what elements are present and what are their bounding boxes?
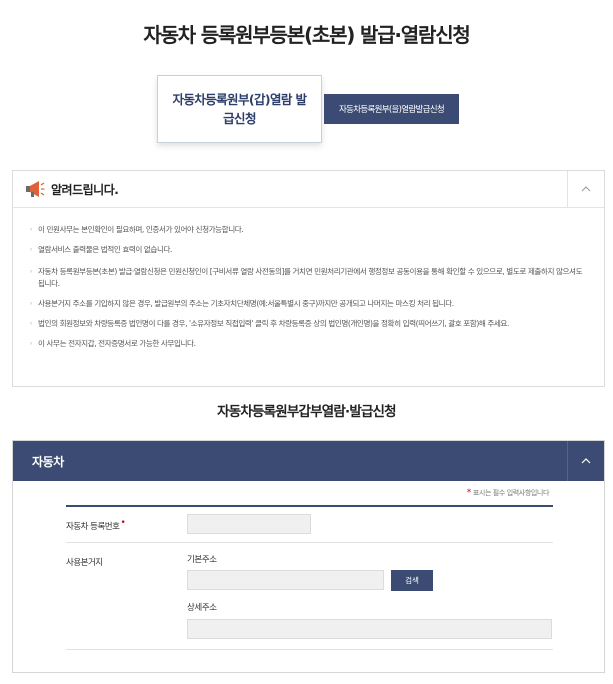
form-row-address: 사용본거지 기본주소 검색 상세주소 [66, 543, 553, 650]
required-marker: * [466, 488, 472, 498]
notice-box: 알려드립니다. 이 민원사무는 본인확인이 필요하며, 인증서가 있어야 신청가… [12, 170, 605, 387]
form-row-reg-no: 자동차 등록번호• [66, 507, 553, 543]
notice-item: 사용본거지 주소를 기입하지 않은 경우, 발급원부의 주소는 기초자치단체명(… [29, 298, 590, 310]
notice-item: 법인의 회원정보와 차량등록증 법인명이 다를 경우, '소유자정보 직접입력'… [29, 318, 590, 330]
address-label: 사용본거지 [66, 558, 103, 568]
notice-item: 이 사무는 전자지갑, 전자증명서로 가능한 사무입니다. [29, 338, 590, 350]
required-note-text: 표시는 필수 입력사항입니다 [472, 489, 550, 497]
vehicle-panel-collapse-button[interactable] [567, 441, 604, 481]
required-marker: • [120, 518, 126, 528]
chevron-up-icon [581, 458, 591, 464]
section-title: 자동차등록원부갑부열람·발급신청 [217, 404, 396, 420]
reg-no-input[interactable] [187, 514, 311, 534]
tab-eul-issue[interactable]: 자동차등록원부(을)열람발급신청 [324, 94, 459, 124]
notice-item: 자동차 등록원부등본(초본) 발급·열람신청은 민원신청인이 [구비서류 열람 … [29, 266, 590, 290]
notice-item: 이 민원사무는 본인확인이 필요하며, 인증서가 있어야 신청가능합니다. [29, 224, 590, 236]
reg-no-label-text: 자동차 등록번호 [66, 522, 120, 532]
base-address-input[interactable] [187, 570, 384, 590]
base-address-label: 기본주소 [187, 555, 217, 565]
vehicle-form: 자동차 등록번호• 사용본거지 기본주소 검색 상세주소 [66, 505, 553, 650]
vehicle-panel: 자동차 * 표시는 필수 입력사항입니다 자동차 등록번호• 사용본거지 기본주소… [12, 440, 605, 673]
notice-header: 알려드립니다. [13, 171, 604, 208]
tab-gap-issue-label: 자동차등록원부(갑)열람 발급신청 [172, 92, 307, 126]
notice-item: 열람서비스 출력물은 법적인 효력이 없습니다. [29, 244, 590, 256]
notice-list: 이 민원사무는 본인확인이 필요하며, 인증서가 있어야 신청가능합니다. 열람… [13, 208, 604, 350]
chevron-up-icon [581, 186, 591, 192]
page-title: 자동차 등록원부등본(초본) 발급·열람신청 [143, 23, 470, 47]
required-note: * 표시는 필수 입력사항입니다 [466, 488, 550, 498]
vehicle-panel-title: 자동차 [32, 454, 64, 469]
vehicle-panel-header: 자동차 [13, 441, 604, 481]
address-search-button[interactable]: 검색 [391, 570, 433, 591]
detail-address-input[interactable] [187, 619, 552, 639]
notice-collapse-button[interactable] [567, 171, 604, 207]
notice-title: 알려드립니다. [51, 182, 119, 197]
tab-gap-issue[interactable]: 자동차등록원부(갑)열람 발급신청 [157, 75, 322, 143]
megaphone-icon [26, 181, 45, 197]
reg-no-label: 자동차 등록번호• [66, 518, 126, 532]
detail-address-label: 상세주소 [187, 603, 217, 613]
